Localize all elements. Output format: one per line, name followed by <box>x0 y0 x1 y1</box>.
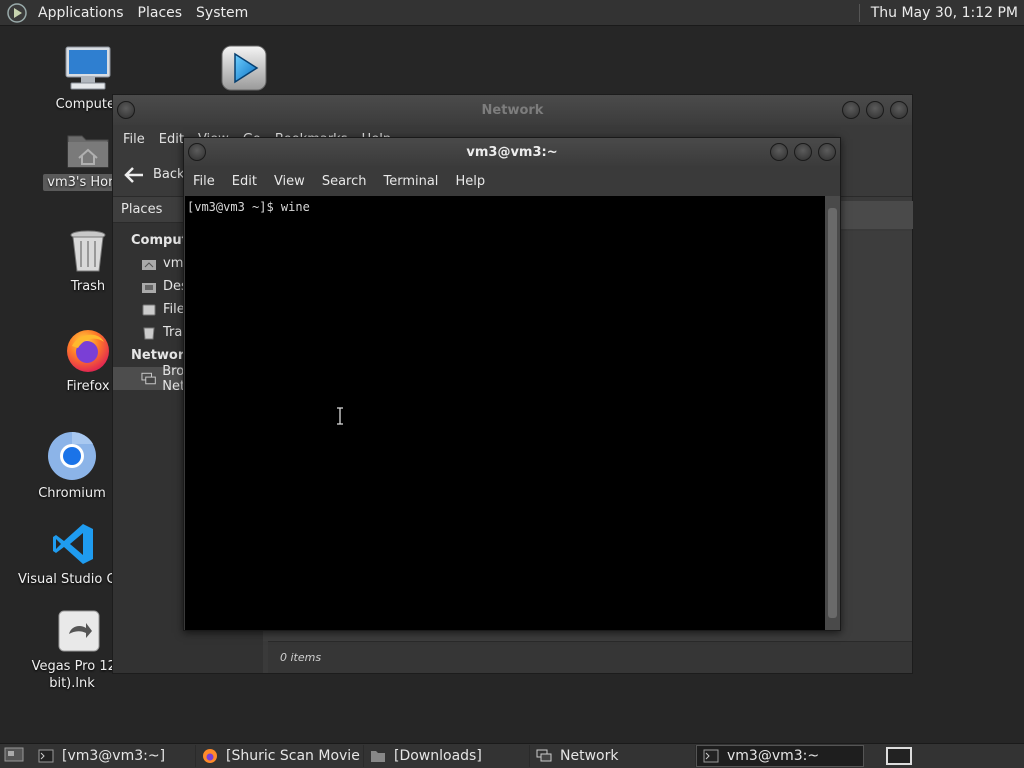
window-menu-button[interactable] <box>117 101 135 119</box>
terminal-output[interactable]: [vm3@vm3 ~]$ wine <box>185 196 825 630</box>
firefox-icon <box>203 749 217 763</box>
desktop-icon-label-line1: Vegas Pro 12. <box>31 659 120 674</box>
taskbar-item-active[interactable]: vm3@vm3:~ <box>696 745 864 767</box>
taskbar-item[interactable]: [Shuric Scan Movie S... <box>196 745 364 767</box>
terminal-titlebar[interactable]: vm3@vm3:~ <box>184 138 840 166</box>
folder-icon <box>371 751 385 762</box>
home-folder-icon <box>67 135 109 168</box>
close-button[interactable] <box>818 143 836 161</box>
top-panel: Applications Places System Thu May 30, 1… <box>0 0 1024 26</box>
menu-file[interactable]: File <box>193 174 215 189</box>
back-label: Back <box>153 167 185 182</box>
minimize-button[interactable] <box>842 101 860 119</box>
desktop-icon-label: Visual Studio Code <box>18 572 114 587</box>
terminal-window: vm3@vm3:~ File Edit View Search Terminal… <box>183 137 841 631</box>
taskbar-item-label: [Downloads] <box>394 748 482 764</box>
trash-icon <box>143 327 155 339</box>
minimize-button[interactable] <box>770 143 788 161</box>
taskbar-item-label: [vm3@vm3:~] <box>62 748 166 764</box>
network-titlebar[interactable]: Network <box>113 95 912 125</box>
terminal-prompt-line: [vm3@vm3 ~]$ wine <box>187 200 310 214</box>
menu-help[interactable]: Help <box>455 174 485 189</box>
trash-icon <box>70 230 106 272</box>
taskbar-item[interactable]: [vm3@vm3:~] <box>32 745 196 767</box>
applications-menu[interactable]: Applications <box>32 5 132 21</box>
chromium-icon <box>48 431 96 480</box>
menu-search[interactable]: Search <box>322 174 367 189</box>
menu-view[interactable]: View <box>274 174 305 189</box>
distro-logo-icon[interactable] <box>6 2 28 24</box>
back-button[interactable]: Back <box>123 166 185 184</box>
text-cursor-icon <box>337 407 343 425</box>
taskbar-item[interactable]: Network <box>530 745 696 767</box>
scrollbar-thumb[interactable] <box>828 208 837 618</box>
taskbar-item-label: vm3@vm3:~ <box>727 748 820 764</box>
computer-icon <box>65 46 111 90</box>
terminal-scrollbar[interactable] <box>825 196 840 630</box>
system-menu[interactable]: System <box>190 5 256 21</box>
places-menu[interactable]: Places <box>132 5 191 21</box>
maximize-button[interactable] <box>794 143 812 161</box>
shortcut-icon <box>58 610 100 652</box>
status-bar: 0 items <box>268 641 912 673</box>
terminal-icon <box>38 749 54 763</box>
network-icon <box>536 749 552 762</box>
maximize-button[interactable] <box>866 101 884 119</box>
back-arrow-icon <box>124 166 143 183</box>
menu-file[interactable]: File <box>123 132 145 147</box>
network-window-title: Network <box>481 102 544 118</box>
menu-edit[interactable]: Edit <box>232 174 257 189</box>
location-bar[interactable] <box>839 201 913 229</box>
vscode-icon <box>53 524 93 564</box>
desktop-icon-media-player[interactable] <box>196 44 292 92</box>
show-desktop-icon[interactable] <box>4 745 24 767</box>
terminal-icon <box>703 749 719 763</box>
desktop-folder-icon <box>142 282 156 293</box>
taskbar-item-label: Network <box>560 748 619 764</box>
taskbar-item-label: [Shuric Scan Movie S... <box>226 748 363 764</box>
desktop-icon-chromium[interactable]: Chromium <box>24 431 120 502</box>
close-button[interactable] <box>890 101 908 119</box>
clock[interactable]: Thu May 30, 1:12 PM <box>871 5 1018 21</box>
desktop-icon-label: Chromium <box>38 486 106 501</box>
window-menu-button[interactable] <box>188 143 206 161</box>
media-player-icon <box>221 45 267 91</box>
bottom-panel: [vm3@vm3:~] [Shuric Scan Movie S... [Dow… <box>0 743 1024 768</box>
taskbar-item[interactable]: [Downloads] <box>364 745 530 767</box>
drive-icon <box>142 304 156 315</box>
desktop-icon-label-line2: bit).lnk <box>49 676 95 691</box>
terminal-menubar: File Edit View Search Terminal Help <box>184 166 840 196</box>
workspace-switcher[interactable] <box>886 747 912 765</box>
menu-terminal[interactable]: Terminal <box>383 174 438 189</box>
network-icon <box>141 372 156 384</box>
terminal-window-title: vm3@vm3:~ <box>466 144 558 160</box>
panel-separator <box>858 3 861 22</box>
menu-edit[interactable]: Edit <box>159 132 184 147</box>
home-icon <box>142 259 156 270</box>
firefox-icon <box>67 330 109 372</box>
